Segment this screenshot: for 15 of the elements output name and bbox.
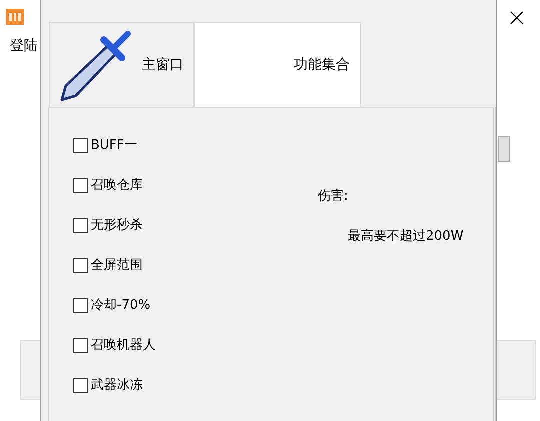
close-icon [510, 11, 524, 25]
checkbox[interactable]: 召唤机器人 [73, 336, 156, 355]
checkbox[interactable]: BUFF一 [73, 136, 156, 155]
damage-note: 最高要不超过200W [348, 228, 464, 246]
checkbox[interactable]: 无形秒杀 [73, 216, 156, 235]
menu-item[interactable]: 登陆 [10, 36, 38, 57]
checkbox[interactable]: 冷却-70% [73, 296, 156, 315]
checkbox[interactable]: 召唤仓库 [73, 176, 156, 195]
tab[interactable]: 主窗口 [49, 22, 194, 108]
damage-label: 伤害: [318, 188, 348, 206]
checkbox[interactable]: 武器冰冻 [73, 376, 156, 395]
checkbox[interactable]: 全屏范围 [73, 256, 156, 275]
app-icon [6, 9, 24, 25]
tab[interactable]: 功能集合 [194, 22, 361, 108]
sword-icon [58, 30, 132, 102]
